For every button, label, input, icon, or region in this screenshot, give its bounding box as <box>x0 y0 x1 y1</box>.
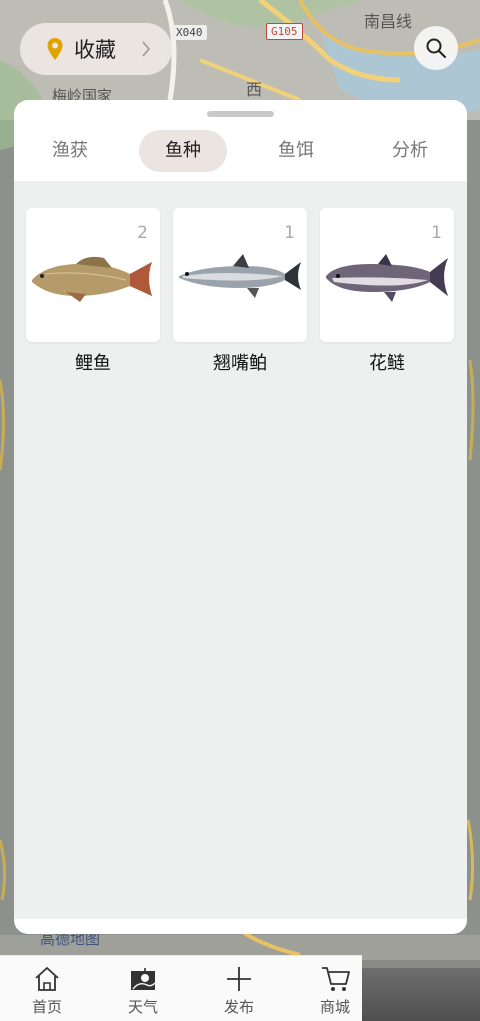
tab-analysis[interactable]: 分析 <box>374 130 446 172</box>
chevron-right-icon <box>142 41 151 57</box>
road-label-g105: G105 <box>266 23 303 40</box>
carp-image <box>32 256 152 302</box>
sheet-drag-handle[interactable] <box>207 111 274 117</box>
search-button[interactable] <box>414 26 458 70</box>
catch-count: 1 <box>431 223 442 243</box>
bighead-image <box>326 254 448 302</box>
favorites-button[interactable]: 收藏 <box>20 23 172 75</box>
cart-icon <box>322 967 350 991</box>
map-place-label: 南昌线 <box>364 12 413 31</box>
nav-weather[interactable]: 天气 <box>108 956 178 1021</box>
nav-label: 天气 <box>127 998 158 1016</box>
location-pin-icon <box>47 38 63 60</box>
fish-name: 翘嘴鲌 <box>213 353 267 374</box>
tab-catch[interactable]: 渔获 <box>34 130 106 172</box>
culter-image <box>179 254 301 298</box>
nav-shop[interactable]: 商城 <box>300 956 370 1021</box>
nav-publish[interactable]: 发布 <box>204 956 274 1021</box>
search-icon <box>426 38 446 58</box>
weather-icon <box>131 968 156 990</box>
species-grid: 2 鲤鱼 1 翘嘴鲌 1 花鲢 <box>14 181 467 919</box>
fish-card-culter[interactable]: 1 <box>173 208 307 342</box>
catch-count: 2 <box>137 223 148 243</box>
fish-card-bighead[interactable]: 1 <box>320 208 454 342</box>
map-place-label: 西 <box>246 80 263 99</box>
catch-count: 1 <box>284 223 295 243</box>
fish-name: 鲤鱼 <box>75 353 111 374</box>
nav-label: 首页 <box>31 998 62 1016</box>
tab-species[interactable]: 鱼种 <box>139 130 227 172</box>
bottom-sheet: 渔获 鱼种 鱼饵 分析 2 鲤鱼 1 翘嘴鲌 1 花鲢 <box>14 100 467 934</box>
road-label-x040: X040 <box>172 25 207 40</box>
nav-home[interactable]: 首页 <box>12 956 82 1021</box>
favorites-label: 收藏 <box>74 38 116 62</box>
nav-label: 发布 <box>223 998 254 1016</box>
bottom-nav: 首页 天气 发布 商城 <box>0 955 362 1021</box>
map-edge-area <box>362 968 480 1021</box>
tab-bar: 渔获 鱼种 鱼饵 分析 <box>14 128 467 176</box>
tab-bait[interactable]: 鱼饵 <box>260 130 332 172</box>
home-icon <box>35 967 59 991</box>
fish-name: 花鲢 <box>369 353 405 374</box>
plus-icon <box>227 967 251 991</box>
nav-label: 商城 <box>319 998 350 1016</box>
fish-card-carp[interactable]: 2 <box>26 208 160 342</box>
